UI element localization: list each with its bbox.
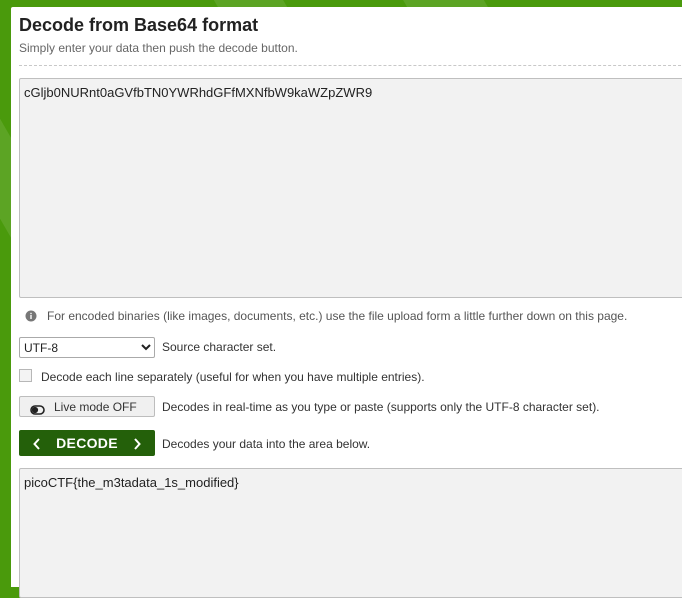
chevron-left-icon	[33, 437, 41, 450]
input-textarea[interactable]: cGljb0NURnt0aGVfbTN0YWRhdGFfMXNfbW9kaWZp…	[19, 78, 682, 298]
toggle-off-icon	[30, 402, 45, 415]
separate-lines-label: Decode each line separately (useful for …	[41, 370, 425, 384]
divider	[19, 65, 682, 66]
charset-select[interactable]: UTF-8	[19, 337, 155, 358]
decode-button-label: DECODE	[56, 435, 118, 451]
decode-description: Decodes your data into the area below.	[162, 437, 371, 451]
binary-info-text: For encoded binaries (like images, docum…	[47, 309, 628, 323]
live-mode-label: Live mode OFF	[54, 399, 137, 414]
decode-button[interactable]: DECODE	[19, 430, 155, 456]
charset-label: Source character set.	[162, 340, 277, 354]
info-icon	[23, 308, 39, 324]
output-textarea[interactable]: picoCTF{the_m3tadata_1s_modified}	[19, 468, 682, 598]
page-subtitle: Simply enter your data then push the dec…	[19, 41, 298, 55]
decode-panel: Decode from Base64 format Simply enter y…	[11, 7, 682, 598]
separate-lines-checkbox[interactable]	[19, 369, 32, 382]
live-mode-button[interactable]: Live mode OFF	[19, 396, 155, 417]
live-mode-description: Decodes in real-time as you type or past…	[162, 400, 600, 414]
chevron-right-icon	[133, 437, 141, 450]
page-title: Decode from Base64 format	[19, 15, 259, 35]
binary-info-row: For encoded binaries (like images, docum…	[23, 308, 627, 324]
